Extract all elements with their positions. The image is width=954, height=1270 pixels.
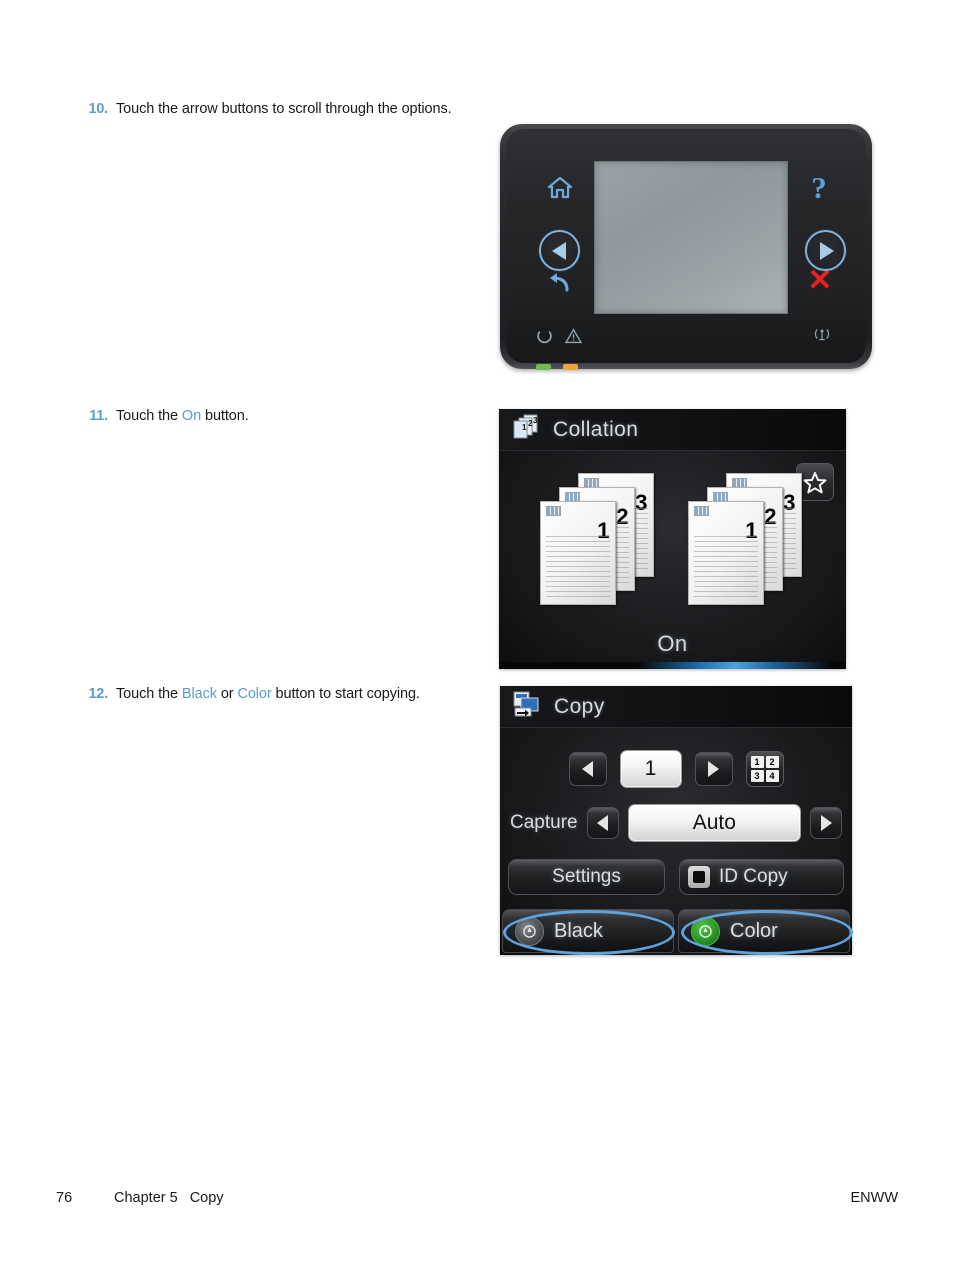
right-arrow-icon	[820, 815, 832, 831]
footer-page-number: 76	[56, 1190, 73, 1206]
capture-value-field[interactable]: Auto	[627, 804, 801, 842]
copy-title: Copy	[554, 694, 605, 718]
copy-document-icon	[512, 691, 542, 722]
footer-section: Copy	[189, 1190, 224, 1206]
step-10-number: 10.	[88, 101, 108, 117]
step-12-text: Touch the Black or Color button to start…	[116, 685, 420, 704]
capture-previous-button[interactable]	[586, 807, 619, 839]
sheet-thumbnail-icon	[545, 506, 561, 516]
left-arrow-icon	[582, 761, 593, 777]
copy-body: 1 1 2 3 4 Capture Auto Settings ID Copy …	[500, 728, 852, 955]
right-arrow-icon	[819, 241, 834, 260]
copy-count-field[interactable]: 1	[619, 750, 682, 788]
svg-text:1: 1	[522, 423, 527, 432]
copy-count-decrement-button[interactable]	[568, 752, 607, 786]
numeric-keypad-button[interactable]: 1 2 3 4	[745, 751, 784, 787]
printer-control-panel-figure: ? ✕	[500, 124, 872, 369]
copy-count-row: 1 1 2 3 4	[500, 750, 852, 788]
id-copy-button[interactable]: ID Copy	[679, 859, 844, 895]
ready-led	[536, 364, 551, 370]
start-power-icon	[515, 916, 544, 946]
step-12-keyword-black: Black	[181, 686, 217, 702]
step-12-part-0: Touch the	[116, 686, 182, 702]
collation-header: 3 2 1 Collation	[499, 409, 846, 451]
start-color-label: Color	[730, 919, 778, 942]
step-10-text: Touch the arrow buttons to scroll throug…	[116, 100, 452, 119]
keypad-key: 3	[750, 770, 764, 782]
control-panel-led-group	[536, 364, 578, 370]
id-copy-label: ID Copy	[719, 866, 788, 887]
step-10: 10. Touch the arrow buttons to scroll th…	[78, 100, 478, 119]
left-arrow-icon	[551, 241, 566, 260]
status-indicator-group	[536, 327, 583, 349]
copy-screen-figure: Copy 1 1 2 3 4 Capture Auto Settings ID …	[500, 686, 852, 955]
home-icon[interactable]	[546, 175, 574, 201]
control-panel-face: ? ✕	[506, 129, 866, 363]
step-12: 12. Touch the Black or Color button to s…	[78, 685, 478, 704]
attention-led	[563, 364, 578, 370]
step-11-text: Touch the On button.	[116, 407, 249, 426]
capture-next-button[interactable]	[810, 807, 842, 839]
copy-header: Copy	[500, 686, 852, 728]
start-buttons-row: Black Color	[500, 909, 852, 955]
id-card-icon	[688, 866, 710, 888]
collation-sheet: 1	[539, 501, 616, 605]
step-11-keyword-on: On	[181, 408, 202, 424]
sheet-text-lines	[693, 536, 758, 598]
step-11: 11. Touch the On button.	[78, 407, 478, 426]
footer-chapter: Chapter 5	[114, 1190, 178, 1206]
start-color-button[interactable]: Color	[678, 909, 850, 953]
step-12-part-2: or	[216, 686, 238, 702]
collation-preview: 3 2 1 3 2 1	[499, 473, 846, 605]
sheet-thumbnail-icon	[693, 506, 709, 516]
collation-stack-1: 3 2 1	[539, 473, 658, 605]
start-power-icon	[691, 916, 720, 946]
back-arrow-icon[interactable]	[546, 269, 574, 297]
svg-text:2: 2	[528, 419, 533, 428]
attention-triangle-icon	[564, 327, 583, 349]
screen-bottom-glow	[499, 662, 846, 669]
ready-circle-icon	[536, 327, 553, 349]
keypad-key: 1	[750, 756, 764, 768]
control-panel-display	[594, 161, 788, 314]
step-12-keyword-color: Color	[237, 686, 272, 702]
start-black-button[interactable]: Black	[502, 909, 674, 953]
step-12-part-4: button to start copying.	[271, 686, 420, 702]
collation-title: Collation	[553, 417, 639, 441]
capture-label: Capture	[510, 812, 578, 833]
collation-sheet: 1	[687, 501, 764, 605]
wireless-icon	[812, 327, 832, 348]
settings-button[interactable]: Settings	[508, 859, 665, 895]
footer-language-code: ENWW	[850, 1190, 898, 1206]
collation-value-label[interactable]: On	[499, 631, 846, 657]
collation-body: 3 2 1 3 2 1 On	[499, 451, 846, 669]
step-10-part-0: Touch the arrow buttons to scroll throug…	[116, 101, 452, 117]
help-icon[interactable]: ?	[806, 172, 832, 203]
right-arrow-icon	[708, 761, 719, 777]
collation-stack-2: 3 2 1	[687, 473, 806, 605]
svg-text:3: 3	[533, 416, 538, 425]
capture-row: Capture Auto	[510, 804, 842, 842]
copy-actions-row: Settings ID Copy	[508, 859, 844, 895]
keypad-key: 2	[765, 756, 779, 768]
left-arrow-button[interactable]	[539, 230, 580, 271]
collated-pages-icon: 3 2 1	[511, 414, 541, 445]
keypad-key: 4	[765, 770, 779, 782]
left-arrow-icon	[597, 815, 609, 831]
footer-left: 76 Chapter 5 Copy	[56, 1190, 224, 1206]
step-11-part-2: button.	[201, 408, 249, 424]
sheet-text-lines	[545, 536, 610, 598]
collation-screen-figure: 3 2 1 Collation 3 2 1 3 2 1 On	[499, 409, 846, 669]
copy-count-increment-button[interactable]	[694, 752, 733, 786]
step-12-number: 12.	[88, 686, 108, 702]
step-11-number: 11.	[89, 408, 108, 424]
right-arrow-button[interactable]	[805, 230, 846, 271]
start-black-label: Black	[554, 919, 603, 942]
page-footer: 76 Chapter 5 Copy ENWW	[56, 1190, 898, 1206]
step-11-part-0: Touch the	[116, 408, 182, 424]
